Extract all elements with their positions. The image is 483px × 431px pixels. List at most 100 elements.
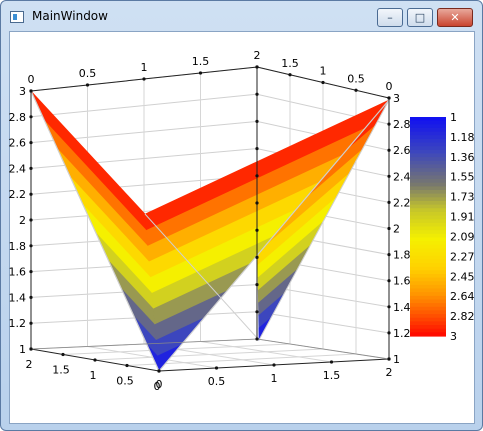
- tick-label: 1.6: [393, 275, 411, 288]
- tick-label: 2: [393, 223, 400, 236]
- tick-mark: [387, 357, 391, 361]
- colorbar-label: 2.45: [450, 270, 475, 283]
- tick-label: 1.5: [323, 369, 341, 382]
- colorbar-segment: [410, 248, 446, 253]
- colorbar-segment: [410, 332, 446, 337]
- tick-label: 1.5: [281, 57, 299, 70]
- colorbar-segment: [410, 117, 446, 122]
- tick-mark: [387, 305, 391, 309]
- tick-mark: [321, 80, 325, 85]
- tick-label: 3: [19, 85, 26, 98]
- tick-label: 1.6: [9, 266, 27, 279]
- grid-line: [30, 93, 390, 125]
- tick-mark: [29, 192, 33, 196]
- colorbar-segment: [410, 277, 446, 282]
- tick-label: 0: [156, 378, 163, 391]
- tick-mark: [93, 358, 97, 362]
- tick-mark: [387, 174, 391, 178]
- tick-mark: [387, 279, 391, 283]
- colorbar-segment: [410, 273, 446, 279]
- tick-mark: [125, 363, 129, 368]
- tick-mark: [387, 226, 391, 231]
- colorbar-segment: [410, 171, 446, 176]
- colorbar-segment: [410, 179, 446, 184]
- colorbar-segment: [410, 215, 446, 220]
- colorbar-segment: [410, 135, 446, 140]
- tick-mark: [387, 331, 391, 335]
- colorbar-segment: [410, 127, 446, 133]
- tick-label: 0.5: [116, 375, 134, 388]
- tick-mark: [255, 201, 259, 205]
- tick-mark: [157, 369, 161, 373]
- tick-mark: [255, 65, 259, 69]
- tick-label: 1: [320, 65, 327, 78]
- colorbar-segment: [410, 226, 446, 231]
- tick-label: 0: [386, 80, 393, 93]
- colorbar-label: 2.09: [450, 230, 475, 243]
- colorbar-label: 1.73: [450, 191, 475, 204]
- tick-label: 0.5: [347, 72, 365, 85]
- colorbar-segment: [410, 237, 446, 242]
- colorbar-segment: [410, 255, 446, 260]
- colorbar-segment: [410, 175, 446, 180]
- tick-mark: [29, 218, 33, 222]
- colorbar-segment: [410, 197, 446, 202]
- tick-label: 2.8: [9, 111, 27, 124]
- grid-line: [30, 338, 390, 360]
- colorbar-segment: [410, 325, 446, 330]
- tick-mark: [272, 363, 276, 367]
- colorbar-segment: [410, 263, 446, 268]
- tick-mark: [29, 347, 33, 351]
- tick-mark: [387, 122, 391, 126]
- tick-label: 1.4: [9, 291, 27, 304]
- colorbar-segment: [410, 149, 446, 155]
- tick-label: 2: [19, 214, 26, 227]
- tick-mark: [387, 96, 391, 100]
- colorbar-segment: [410, 252, 446, 257]
- tick-label: 1: [141, 61, 148, 74]
- colorbar-segment: [410, 281, 446, 286]
- tick-mark: [29, 166, 33, 170]
- tick-label: 2.2: [393, 196, 411, 209]
- colorbar-segment: [410, 186, 446, 191]
- tick-mark: [29, 270, 33, 274]
- colorbar-label: 2.64: [450, 290, 475, 303]
- colorbar-segment: [410, 306, 446, 312]
- colorbar-segment: [410, 317, 446, 322]
- tick-mark: [29, 115, 33, 119]
- colorbar-segment: [410, 230, 446, 235]
- colorbar-segment: [410, 321, 446, 326]
- colorbar-segment: [410, 120, 446, 125]
- colorbar-segment: [410, 284, 446, 290]
- colorbar-segment: [410, 146, 446, 151]
- tick-label: 3: [393, 92, 400, 105]
- tick-mark: [255, 283, 259, 287]
- tick-label: 0.5: [79, 67, 97, 80]
- tick-mark: [142, 77, 146, 81]
- tick-label: 2: [386, 366, 393, 379]
- tick-mark: [214, 366, 219, 370]
- tick-label: 1.2: [9, 317, 27, 330]
- tick-mark: [255, 255, 259, 259]
- tick-label: 1.8: [393, 249, 411, 262]
- colorbar-label: 3: [450, 330, 457, 343]
- colorbar-segment: [410, 310, 446, 315]
- tick-label: 2.6: [9, 137, 27, 150]
- tick-label: 2.4: [9, 162, 27, 175]
- tick-label: 1: [90, 369, 97, 382]
- colorbar-label: 1.91: [450, 211, 475, 224]
- colorbar-segment: [410, 160, 446, 166]
- tick-mark: [255, 228, 259, 232]
- colorbar-segment: [410, 295, 446, 301]
- colorbar-segment: [410, 241, 446, 246]
- colorbar-label: 1.55: [450, 171, 475, 184]
- tick-mark: [29, 89, 33, 93]
- colorbar-segment: [410, 153, 446, 158]
- tick-label: 1: [271, 372, 278, 385]
- colorbar-segment: [410, 259, 446, 264]
- tick-mark: [198, 71, 203, 75]
- grid-line: [30, 311, 390, 334]
- tick-label: 1: [19, 343, 26, 356]
- colorbar-segment: [410, 244, 446, 249]
- tick-mark: [61, 352, 65, 357]
